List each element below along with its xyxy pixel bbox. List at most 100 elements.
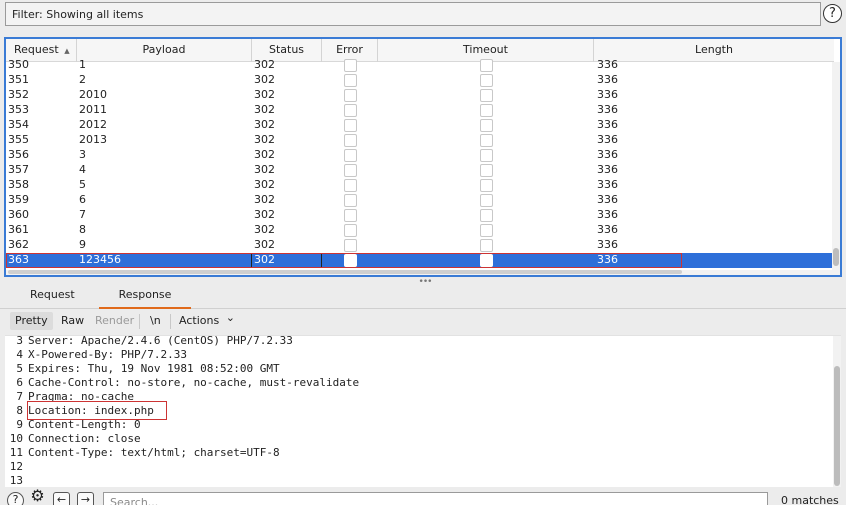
cell-payload: 123456 xyxy=(79,253,121,266)
error-checkbox[interactable] xyxy=(344,224,357,237)
pretty-button[interactable]: Pretty xyxy=(10,312,53,330)
back-arrow-icon[interactable]: ← xyxy=(53,492,70,505)
line-number: 13 xyxy=(9,474,23,487)
table-row[interactable]: 353 2011 302 336 xyxy=(6,103,834,118)
timeout-checkbox[interactable] xyxy=(480,209,493,222)
table-vertical-scrollbar[interactable] xyxy=(832,62,840,275)
forward-arrow-icon[interactable]: → xyxy=(77,492,94,505)
cell-status: 302 xyxy=(254,58,275,71)
cell-length: 336 xyxy=(597,73,618,86)
timeout-checkbox[interactable] xyxy=(480,179,493,192)
timeout-checkbox[interactable] xyxy=(480,134,493,147)
cell-status: 302 xyxy=(254,223,275,236)
error-checkbox[interactable] xyxy=(344,134,357,147)
editor-scroll-thumb[interactable] xyxy=(834,366,840,486)
error-checkbox[interactable] xyxy=(344,164,357,177)
error-checkbox[interactable] xyxy=(344,194,357,207)
render-button[interactable]: Render xyxy=(90,312,139,330)
cell-status: 302 xyxy=(254,238,275,251)
error-checkbox[interactable] xyxy=(344,149,357,162)
error-checkbox[interactable] xyxy=(344,254,357,267)
error-checkbox[interactable] xyxy=(344,209,357,222)
line-number: 6 xyxy=(16,376,23,389)
timeout-checkbox[interactable] xyxy=(480,194,493,207)
error-checkbox[interactable] xyxy=(344,59,357,72)
timeout-checkbox[interactable] xyxy=(480,89,493,102)
table-row[interactable]: 352 2010 302 336 xyxy=(6,88,834,103)
cell-length: 336 xyxy=(597,238,618,251)
actions-dropdown[interactable]: Actions ⌄ xyxy=(174,311,240,330)
raw-button[interactable]: Raw xyxy=(56,312,89,330)
cell-request: 359 xyxy=(8,193,29,206)
cell-payload: 2013 xyxy=(79,133,107,146)
intruder-results-window: Filter: Showing all items ? Request ▲ Pa… xyxy=(0,0,846,505)
cell-payload: 2010 xyxy=(79,88,107,101)
table-row[interactable]: 363 123456 302 336 xyxy=(6,253,834,268)
timeout-checkbox[interactable] xyxy=(480,254,493,267)
cell-request: 357 xyxy=(8,163,29,176)
line-number: 8 xyxy=(16,404,23,417)
table-hscroll-thumb[interactable] xyxy=(8,270,682,274)
table-scroll-thumb[interactable] xyxy=(833,248,839,266)
line-number: 4 xyxy=(16,348,23,361)
response-editor[interactable]: 3 Server: Apache/2.4.6 (CentOS) PHP/7.2.3… xyxy=(5,335,841,487)
cell-payload: 5 xyxy=(79,178,86,191)
timeout-checkbox[interactable] xyxy=(480,74,493,87)
code-line: 6 Cache-Control: no-store, no-cache, must… xyxy=(5,376,841,390)
error-checkbox[interactable] xyxy=(344,119,357,132)
search-input[interactable]: Search... xyxy=(103,492,768,505)
table-row[interactable]: 356 3 302 336 xyxy=(6,148,834,163)
error-checkbox[interactable] xyxy=(344,179,357,192)
cell-request: 360 xyxy=(8,208,29,221)
table-row[interactable]: 355 2013 302 336 xyxy=(6,133,834,148)
cell-payload: 2011 xyxy=(79,103,107,116)
newline-toggle-button[interactable]: \n xyxy=(145,312,166,330)
actions-label: Actions xyxy=(179,314,220,327)
error-checkbox[interactable] xyxy=(344,104,357,117)
help-icon[interactable]: ? xyxy=(823,4,842,23)
line-number: 5 xyxy=(16,362,23,375)
gear-icon[interactable]: ⚙ xyxy=(29,488,46,505)
timeout-checkbox[interactable] xyxy=(480,104,493,117)
error-checkbox[interactable] xyxy=(344,89,357,102)
table-row[interactable]: 351 2 302 336 xyxy=(6,73,834,88)
timeout-checkbox[interactable] xyxy=(480,149,493,162)
line-number: 3 xyxy=(16,335,23,347)
pane-splitter-handle[interactable]: ••• xyxy=(415,278,435,287)
cell-status: 302 xyxy=(254,88,275,101)
table-row[interactable]: 359 6 302 336 xyxy=(6,193,834,208)
code-line: 13 xyxy=(5,474,841,487)
code-line: 10 Connection: close xyxy=(5,432,841,446)
cell-length: 336 xyxy=(597,148,618,161)
response-toolbar: Pretty Raw Render \n Actions ⌄ xyxy=(0,310,846,334)
table-row[interactable]: 357 4 302 336 xyxy=(6,163,834,178)
help-icon[interactable]: ? xyxy=(7,492,24,505)
filter-bar[interactable]: Filter: Showing all items xyxy=(5,2,821,26)
cell-length: 336 xyxy=(597,103,618,116)
line-text: Server: Apache/2.4.6 (CentOS) PHP/7.2.33 xyxy=(28,335,293,347)
timeout-checkbox[interactable] xyxy=(480,164,493,177)
timeout-checkbox[interactable] xyxy=(480,239,493,252)
error-checkbox[interactable] xyxy=(344,74,357,87)
timeout-checkbox[interactable] xyxy=(480,119,493,132)
table-row[interactable]: 354 2012 302 336 xyxy=(6,118,834,133)
cell-request: 363 xyxy=(8,253,29,266)
line-number: 10 xyxy=(9,432,23,445)
table-row[interactable]: 350 1 302 336 xyxy=(6,58,834,73)
tab-response[interactable]: Response xyxy=(99,286,191,309)
table-row[interactable]: 360 7 302 336 xyxy=(6,208,834,223)
line-text: Content-Type: text/html; charset=UTF-8 xyxy=(28,446,280,459)
editor-scrollbar[interactable] xyxy=(833,336,841,487)
line-number: 11 xyxy=(9,446,23,459)
cell-request: 356 xyxy=(8,148,29,161)
error-checkbox[interactable] xyxy=(344,239,357,252)
table-row[interactable]: 362 9 302 336 xyxy=(6,238,834,253)
table-row[interactable]: 358 5 302 336 xyxy=(6,178,834,193)
table-horizontal-scrollbar[interactable] xyxy=(6,270,834,275)
timeout-checkbox[interactable] xyxy=(480,59,493,72)
cell-length: 336 xyxy=(597,133,618,146)
tab-request[interactable]: Request xyxy=(24,286,81,309)
table-row[interactable]: 361 8 302 336 xyxy=(6,223,834,238)
timeout-checkbox[interactable] xyxy=(480,224,493,237)
cell-status: 302 xyxy=(254,103,275,116)
